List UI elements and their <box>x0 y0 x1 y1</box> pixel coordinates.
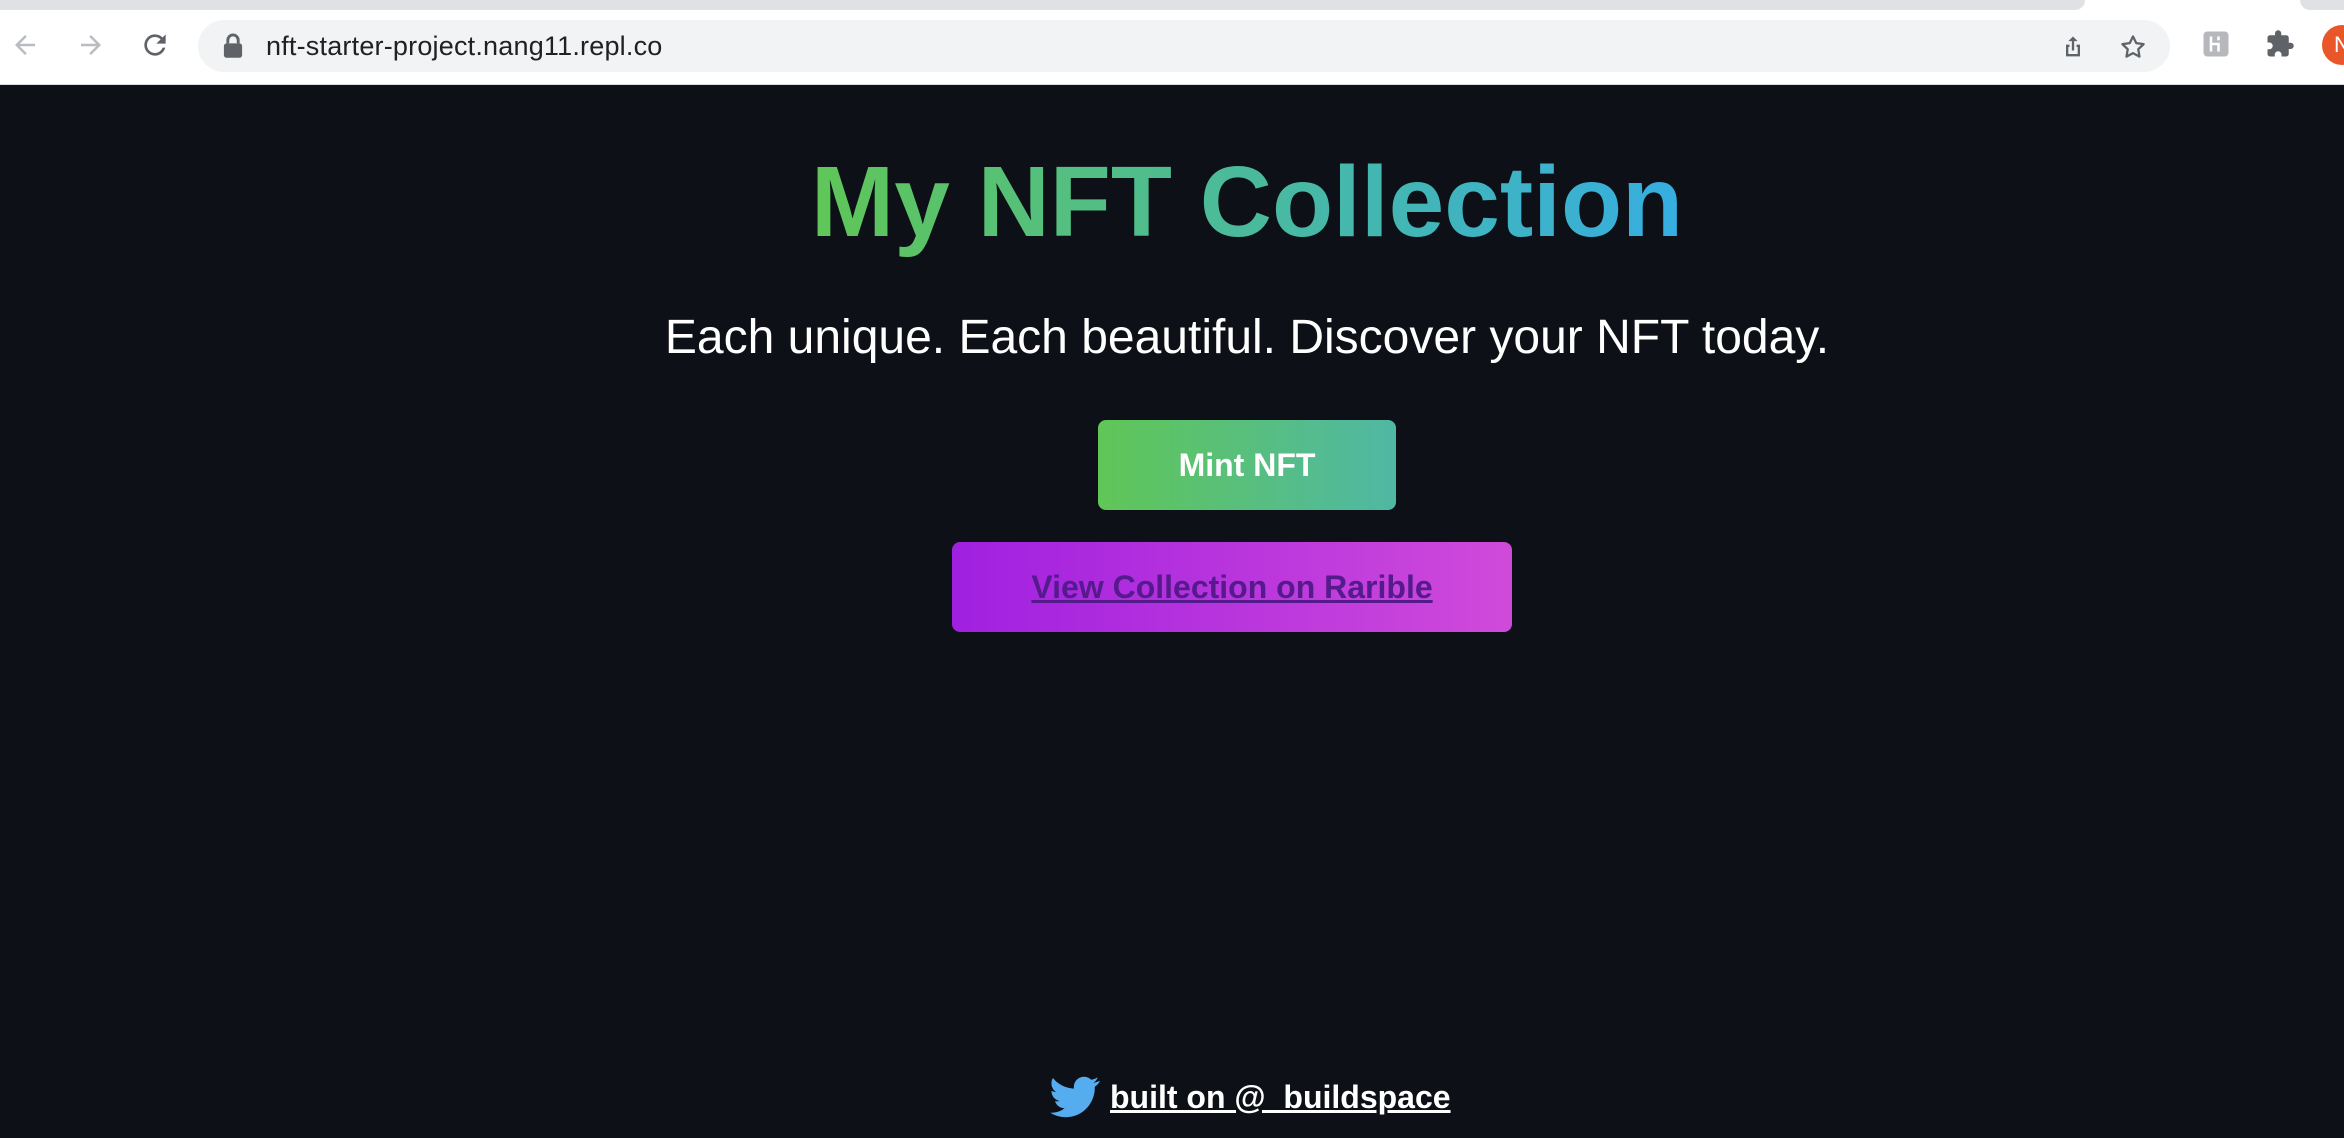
back-arrow-icon <box>15 35 35 55</box>
reload-icon <box>144 34 166 56</box>
view-collection-button[interactable]: View Collection on Rarible <box>952 542 1512 632</box>
star-icon <box>2121 35 2145 58</box>
forward-button[interactable] <box>70 24 112 66</box>
extensions-menu-button[interactable] <box>2263 27 2297 61</box>
view-collection-link[interactable]: View Collection on Rarible <box>1031 569 1432 606</box>
page-title-text: My NFT Collection <box>810 146 1684 258</box>
twitter-icon <box>1050 1076 1100 1118</box>
back-button[interactable] <box>4 24 46 66</box>
extension-h-icon <box>2203 31 2229 57</box>
forward-arrow-icon <box>81 35 101 55</box>
browser-toolbar: nft-starter-project.nang11.repl.co N <box>0 0 2344 85</box>
address-bar[interactable]: nft-starter-project.nang11.repl.co <box>198 20 2170 72</box>
bookmark-star-button[interactable] <box>2116 30 2150 64</box>
extension-h-button[interactable] <box>2199 27 2233 61</box>
mint-nft-button[interactable]: Mint NFT <box>1098 420 1396 510</box>
url-text[interactable]: nft-starter-project.nang11.repl.co <box>266 31 663 62</box>
reload-button[interactable] <box>134 24 176 66</box>
share-button[interactable] <box>2056 30 2090 64</box>
page-subtitle: Each unique. Each beautiful. Discover yo… <box>664 311 1830 364</box>
share-icon <box>2066 36 2080 57</box>
lock-icon[interactable] <box>222 33 244 59</box>
page-title: My NFT Collection <box>0 147 2344 257</box>
buildspace-link[interactable]: built on @_buildspace <box>1110 1079 1451 1116</box>
tab-strip-edge <box>0 0 2085 10</box>
puzzle-icon <box>2267 30 2294 57</box>
tab-strip-edge-right <box>2300 0 2344 10</box>
page-content: My NFT Collection Each unique. Each beau… <box>0 85 2344 1138</box>
profile-avatar[interactable]: N <box>2322 25 2344 65</box>
footer: built on @_buildspace <box>1050 1069 1451 1125</box>
